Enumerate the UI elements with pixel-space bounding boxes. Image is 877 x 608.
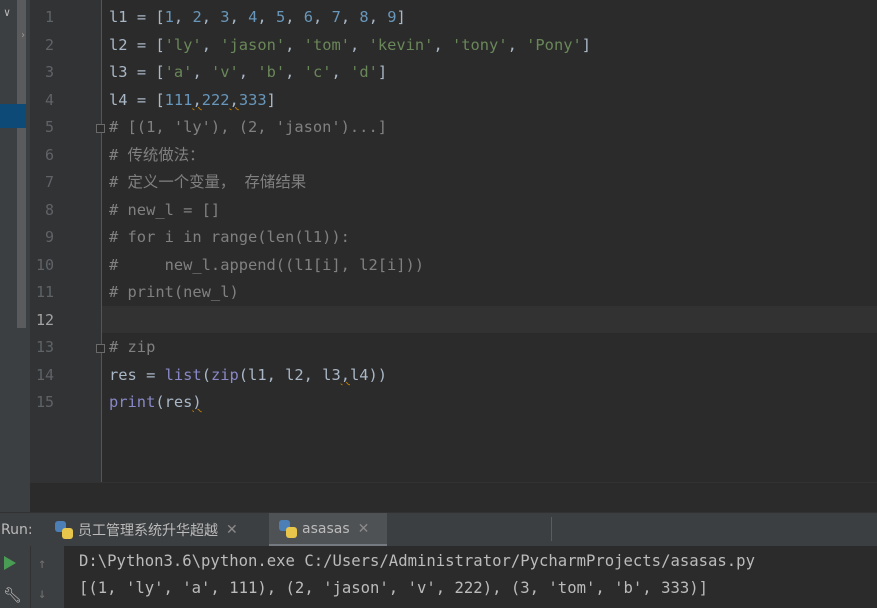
play-icon[interactable] <box>4 556 16 570</box>
code-line-6[interactable]: # 传统做法： <box>109 142 205 169</box>
line-number: 2 <box>44 36 54 54</box>
fold-marker-icon[interactable] <box>96 124 105 133</box>
code-line-4[interactable]: l4 = [111,222,333] <box>109 87 276 114</box>
chevron-right-icon[interactable]: › <box>20 30 26 41</box>
code-line-10[interactable]: # new_l.append((l1[i], l2[i])) <box>109 252 424 279</box>
project-panel-strip: ∨ › <box>0 0 30 512</box>
line-number: 4 <box>44 91 54 109</box>
arrow-up-icon[interactable]: ↑ <box>38 556 46 572</box>
code-line-9[interactable]: # for i in range(len(l1)): <box>109 224 350 251</box>
tab-label: asasas <box>302 520 350 537</box>
toolbar-divider <box>30 546 31 608</box>
line-number: 6 <box>44 146 54 164</box>
gutter-divider <box>101 0 102 482</box>
close-icon[interactable]: ✕ <box>226 522 238 538</box>
line-number: 8 <box>44 201 54 219</box>
arrow-down-icon[interactable]: ↓ <box>38 586 46 602</box>
close-icon[interactable]: ✕ <box>358 521 370 537</box>
line-number: 10 <box>35 256 54 274</box>
line-number: 7 <box>44 173 54 191</box>
code-line-11[interactable]: # print(new_l) <box>109 279 239 306</box>
editor-footer <box>30 482 877 512</box>
line-number: 3 <box>44 63 54 81</box>
tab-divider <box>551 517 552 541</box>
tab-employee-system[interactable]: 员工管理系统升华超越 ✕ <box>55 513 244 546</box>
line-number: 1 <box>44 8 54 26</box>
project-scrollbar[interactable] <box>17 0 26 328</box>
code-line-13[interactable]: # zip <box>109 334 155 361</box>
code-line-15[interactable]: print(res) <box>109 389 202 416</box>
code-line-5[interactable]: # [(1, 'ly'), (2, 'jason')...] <box>109 114 387 141</box>
code-line-7[interactable]: # 定义一个变量， 存储结果 <box>109 169 306 196</box>
tab-label: 员工管理系统升华超越 <box>78 522 218 539</box>
project-selected-row[interactable] <box>0 104 26 128</box>
console-output-line: D:\Python3.6\python.exe C:/Users/Adminis… <box>79 552 755 570</box>
console-output-line: [(1, 'ly', 'a', 111), (2, 'jason', 'v', … <box>79 579 709 597</box>
run-label: Run: <box>1 522 33 538</box>
code-line-1[interactable]: l1 = [1, 2, 3, 4, 5, 6, 7, 8, 9] <box>109 4 406 31</box>
tab-asasas[interactable]: asasas ✕ <box>269 513 388 546</box>
line-number: 14 <box>35 366 54 384</box>
python-icon <box>55 520 73 539</box>
line-number: 5 <box>44 118 54 136</box>
code-line-3[interactable]: l3 = ['a', 'v', 'b', 'c', 'd'] <box>109 59 387 86</box>
line-number: 11 <box>35 283 54 301</box>
line-number: 15 <box>35 393 54 411</box>
line-number-active: 12 <box>35 311 54 329</box>
run-toolbar: Run: 员工管理系统升华超越 ✕ asasas ✕ <box>0 512 877 546</box>
python-icon <box>279 519 297 538</box>
code-line-8[interactable]: # new_l = [] <box>109 197 220 224</box>
line-number: 9 <box>44 228 54 246</box>
fold-marker-icon[interactable] <box>96 344 105 353</box>
wrench-icon[interactable]: 🔧︎ <box>3 586 22 604</box>
current-line-highlight <box>102 306 877 333</box>
code-line-14[interactable]: res = list(zip(l1, l2, l3,l4)) <box>109 362 387 389</box>
chevron-down-icon[interactable]: ∨ <box>0 6 14 20</box>
code-line-2[interactable]: l2 = ['ly', 'jason', 'tom', 'kevin', 'to… <box>109 32 591 59</box>
line-number: 13 <box>35 338 54 356</box>
